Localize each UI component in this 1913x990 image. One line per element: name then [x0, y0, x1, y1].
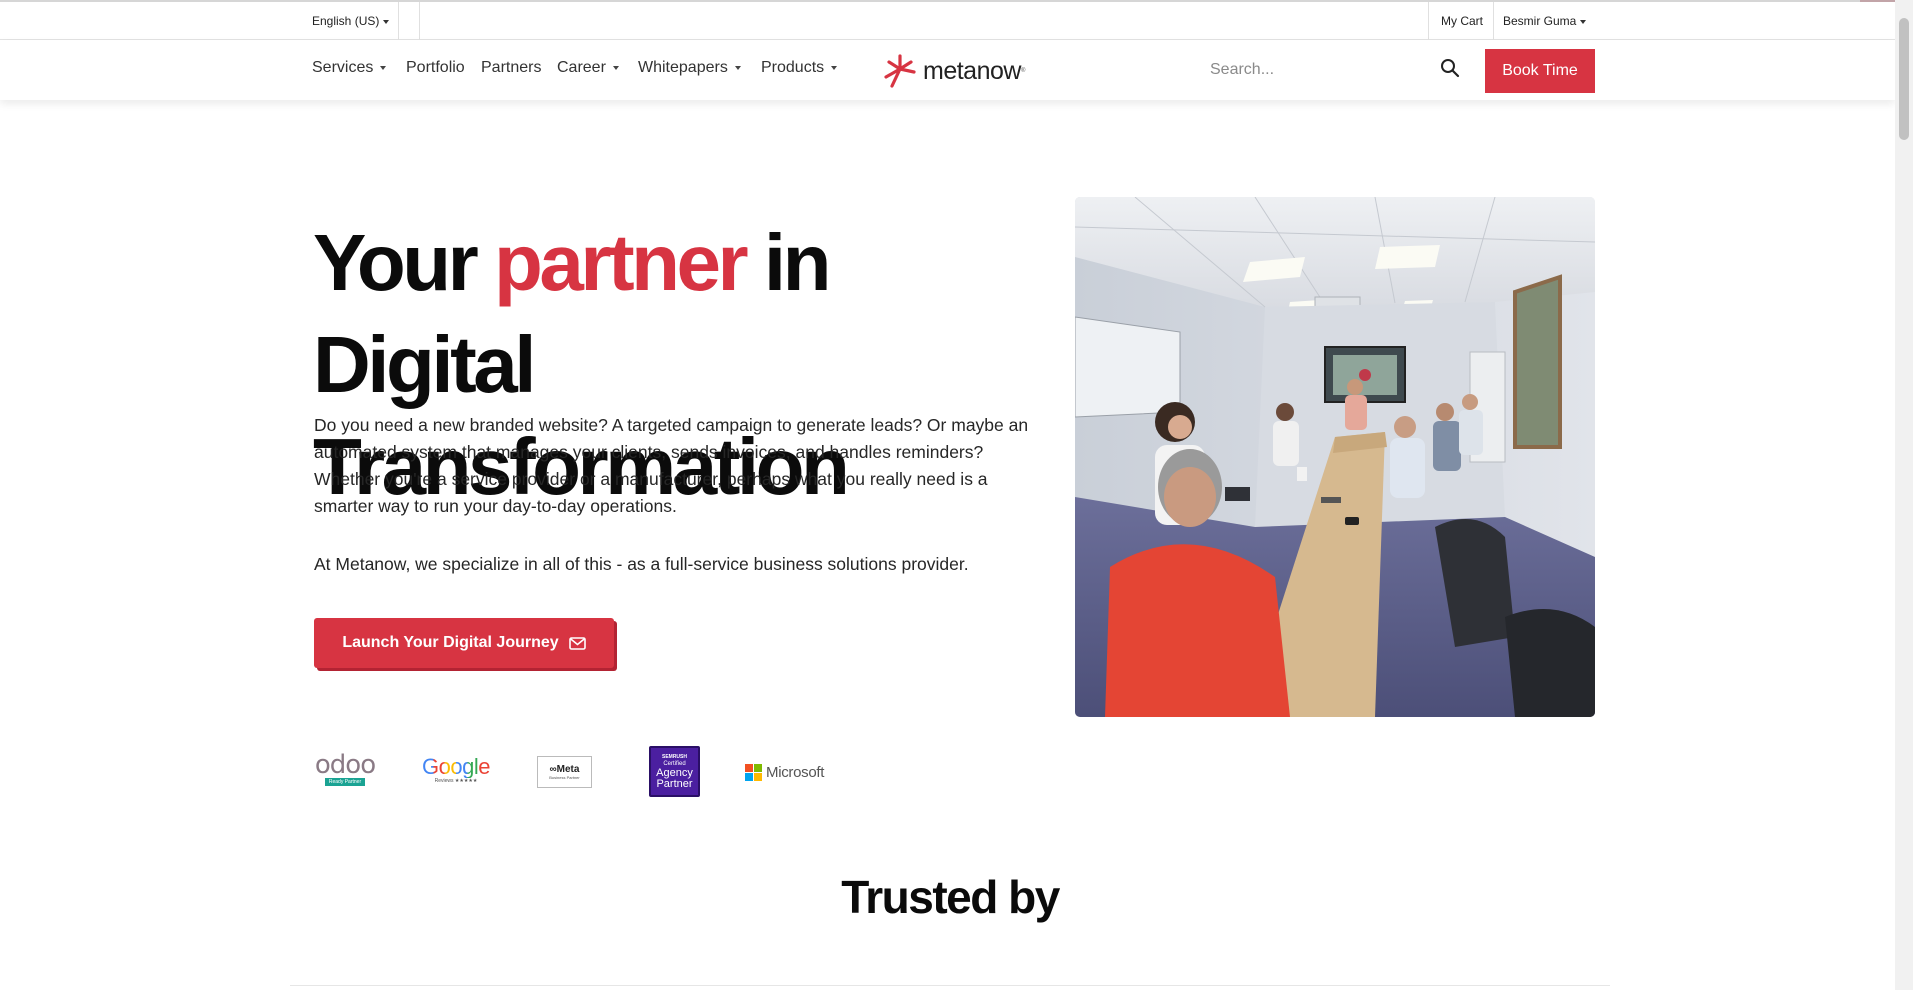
launch-journey-button[interactable]: Launch Your Digital Journey — [314, 618, 614, 668]
logo-registered-mark: ® — [1020, 68, 1026, 74]
search-button[interactable] — [1440, 58, 1464, 82]
caret-down-icon — [383, 19, 390, 24]
odoo-partner-tag: Ready Partner — [324, 777, 366, 786]
caret-down-icon — [1580, 19, 1587, 24]
nav-products[interactable]: Products — [761, 59, 838, 77]
top-accent-line — [1860, 0, 1895, 2]
google-reviews-sub: Reviews ★★★★★ — [434, 778, 478, 784]
semrush-agency-badge: SEMRUSH Certified Agency Partner — [649, 746, 700, 797]
caret-down-icon — [831, 65, 838, 70]
hero-paragraph-secondary: At Metanow, we specialize in all of this… — [314, 554, 969, 574]
search-icon — [1441, 59, 1460, 78]
microsoft-logo-icon — [745, 763, 762, 781]
semrush-brand: SEMRUSH — [661, 753, 687, 760]
nav-products-label: Products — [761, 59, 825, 76]
hero-paragraph: Do you need a new branded website? A tar… — [314, 415, 1029, 516]
google-logo-text: Google — [422, 754, 490, 779]
nav-partners-label: Partners — [481, 59, 542, 76]
nav-portfolio[interactable]: Portfolio — [406, 59, 465, 77]
meeting-room-illustration — [1075, 197, 1595, 717]
nav-services[interactable]: Services — [312, 59, 387, 77]
semrush-partner: Partner — [656, 777, 693, 790]
meta-partner-badge: ∞Meta Business Partner — [537, 756, 592, 788]
nav-portfolio-label: Portfolio — [406, 59, 465, 76]
microsoft-logo-text: Microsoft — [766, 763, 825, 781]
microsoft-partner-badge: Microsoft — [745, 762, 824, 782]
nav-partners[interactable]: Partners — [481, 59, 541, 77]
hero-title-accent: partner — [494, 218, 749, 307]
page-scrollbar[interactable] — [1895, 0, 1913, 990]
hero-title-part1: Your — [313, 218, 495, 307]
nav-career[interactable]: Career — [557, 59, 619, 77]
nav-services-label: Services — [312, 59, 374, 76]
topbar-divider — [398, 2, 399, 40]
nav-whitepapers-label: Whitepapers — [638, 59, 728, 76]
meta-logo-text: ∞Meta — [549, 764, 580, 775]
odoo-partner-badge: odoo Ready Partner — [314, 752, 376, 786]
user-menu[interactable]: Besmir Guma — [1503, 14, 1587, 28]
google-reviews-badge: Google Reviews ★★★★★ — [422, 754, 490, 785]
my-cart-link[interactable]: My Cart — [1441, 14, 1483, 28]
nav-career-label: Career — [557, 59, 606, 76]
book-time-button[interactable]: Book Time — [1485, 49, 1595, 93]
language-selector[interactable]: English (US) — [312, 14, 390, 28]
caret-down-icon — [612, 65, 619, 70]
caret-down-icon — [380, 65, 387, 70]
launch-journey-label: Launch Your Digital Journey — [342, 634, 559, 651]
section-divider — [290, 985, 1610, 986]
nav-whitepapers[interactable]: Whitepapers — [638, 59, 741, 77]
trusted-by-heading: Trusted by — [841, 871, 1060, 923]
search-input[interactable] — [1200, 50, 1450, 90]
topbar-divider — [1493, 2, 1494, 40]
user-name: Besmir Guma — [1503, 14, 1577, 28]
language-label: English (US) — [312, 14, 380, 28]
caret-down-icon — [734, 65, 741, 70]
meta-partner-sub: Business Partner — [549, 775, 580, 780]
main-navbar: Services Portfolio Partners Career White… — [0, 40, 1895, 100]
top-utility-bar: English (US) My Cart Besmir Guma — [0, 0, 1895, 40]
envelope-icon — [568, 636, 586, 650]
topbar-divider — [1428, 2, 1429, 40]
scrollbar-thumb[interactable] — [1899, 18, 1909, 140]
semrush-agency: Agency — [656, 766, 693, 779]
topbar-divider — [419, 2, 420, 40]
hero-meeting-room-image — [1075, 197, 1595, 717]
logo-text: metanow — [923, 56, 1021, 85]
metanow-star-icon — [884, 54, 916, 88]
odoo-logo-text: odoo — [314, 749, 376, 780]
metanow-logo[interactable]: metanow ® — [881, 52, 1025, 90]
